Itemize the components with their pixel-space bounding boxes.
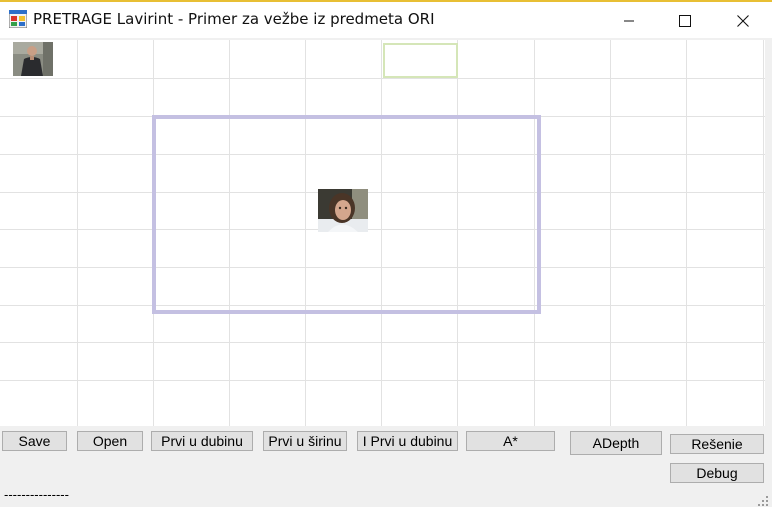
debug-button[interactable]: Debug [670, 463, 764, 483]
minimize-button[interactable] [600, 4, 658, 38]
status-text: --------------- [4, 487, 69, 502]
window-title: PRETRAGE Lavirint - Primer za vežbe iz p… [33, 10, 435, 28]
save-button[interactable]: Save [2, 431, 67, 451]
grid-line [0, 342, 765, 343]
iterative-dfs-button[interactable]: I Prvi u dubinu [357, 431, 458, 451]
person-photo-agent [318, 189, 368, 232]
grid-line [0, 78, 765, 79]
goal-cell-marker [383, 43, 458, 78]
bfs-button[interactable]: Prvi u širinu [263, 431, 347, 451]
resize-grip-icon[interactable] [757, 492, 769, 506]
person-photo-start [13, 42, 53, 76]
solution-button[interactable]: Rešenie [670, 434, 764, 454]
form-app-icon [8, 9, 28, 29]
close-icon [737, 15, 749, 27]
grid-line [77, 40, 78, 426]
maximize-icon [679, 15, 691, 27]
minimize-icon [623, 15, 635, 27]
maze-grid[interactable] [0, 40, 765, 426]
dfs-button[interactable]: Prvi u dubinu [151, 431, 253, 451]
grid-line [686, 40, 687, 426]
maximize-button[interactable] [656, 4, 714, 38]
grid-line [0, 380, 765, 381]
astar-button[interactable]: A* [466, 431, 555, 451]
main-window: PRETRAGE Lavirint - Primer za vežbe iz p… [0, 0, 772, 507]
title-bar[interactable]: PRETRAGE Lavirint - Primer za vežbe iz p… [0, 2, 772, 38]
adepth-button[interactable]: ADepth [570, 431, 662, 455]
grid-line [763, 40, 764, 426]
open-button[interactable]: Open [77, 431, 143, 451]
close-button[interactable] [714, 4, 772, 38]
grid-line [610, 40, 611, 426]
